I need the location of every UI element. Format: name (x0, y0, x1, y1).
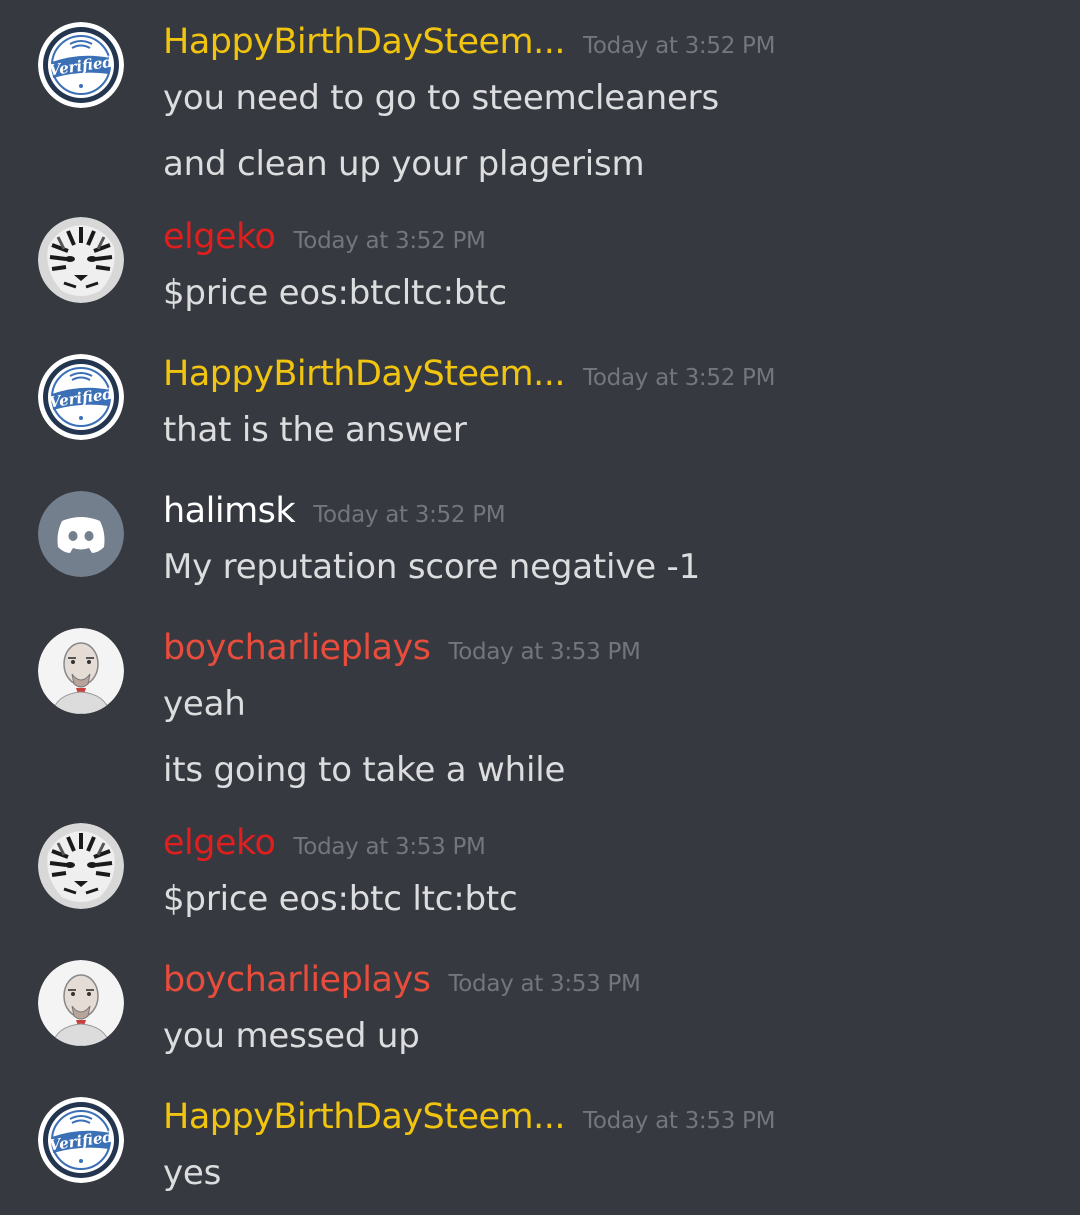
message-text: that is the answer (163, 410, 467, 450)
username[interactable]: boycharlieplays (163, 958, 431, 1002)
username[interactable]: HappyBirthDaySteem... (163, 352, 566, 396)
timestamp: Today at 3:52 PM (583, 365, 776, 391)
timestamp: Today at 3:52 PM (583, 33, 776, 59)
username[interactable]: elgeko (163, 821, 276, 865)
timestamp: Today at 3:53 PM (293, 834, 486, 860)
timestamp: Today at 3:52 PM (293, 228, 486, 254)
discord-default-avatar-icon[interactable] (38, 491, 124, 577)
message-text: yeah (163, 684, 246, 724)
username[interactable]: HappyBirthDaySteem... (163, 20, 566, 64)
message-text: My reputation score negative -1 (163, 547, 701, 587)
message-text: you need to go to steemcleaners (163, 78, 719, 118)
verified-badge-icon[interactable]: Verified (38, 1097, 124, 1183)
tiger-avatar-icon[interactable] (38, 823, 124, 909)
verified-badge-icon[interactable]: Verified (38, 22, 124, 108)
username[interactable]: elgeko (163, 215, 276, 259)
message-header: boycharlieplays Today at 3:53 PM (163, 626, 641, 670)
message-header: HappyBirthDaySteem... Today at 3:53 PM (163, 1095, 775, 1139)
chat-messages: Verified HappyBirthDaySteem... Today at … (0, 0, 1080, 1215)
message-text: $price eos:btcltc:btc (163, 273, 507, 313)
username[interactable]: boycharlieplays (163, 626, 431, 670)
timestamp: Today at 3:53 PM (583, 1108, 776, 1134)
timestamp: Today at 3:52 PM (313, 502, 506, 528)
message-header: boycharlieplays Today at 3:53 PM (163, 958, 641, 1002)
message-header: HappyBirthDaySteem... Today at 3:52 PM (163, 20, 775, 64)
message-text: yes (163, 1153, 222, 1193)
message-header: elgeko Today at 3:52 PM (163, 215, 486, 259)
tiger-avatar-icon[interactable] (38, 217, 124, 303)
portrait-avatar-icon[interactable] (38, 628, 124, 714)
message-text: its going to take a while (163, 750, 566, 790)
message-header: HappyBirthDaySteem... Today at 3:52 PM (163, 352, 775, 396)
timestamp: Today at 3:53 PM (448, 639, 641, 665)
verified-badge-icon[interactable]: Verified (38, 354, 124, 440)
message-header: halimsk Today at 3:52 PM (163, 489, 506, 533)
portrait-avatar-icon[interactable] (38, 960, 124, 1046)
message-header: elgeko Today at 3:53 PM (163, 821, 486, 865)
message-text: you messed up (163, 1016, 420, 1056)
timestamp: Today at 3:53 PM (448, 971, 641, 997)
message-text: and clean up your plagerism (163, 144, 645, 184)
username[interactable]: halimsk (163, 489, 296, 533)
message-text: $price eos:btc ltc:btc (163, 879, 518, 919)
username[interactable]: HappyBirthDaySteem... (163, 1095, 566, 1139)
